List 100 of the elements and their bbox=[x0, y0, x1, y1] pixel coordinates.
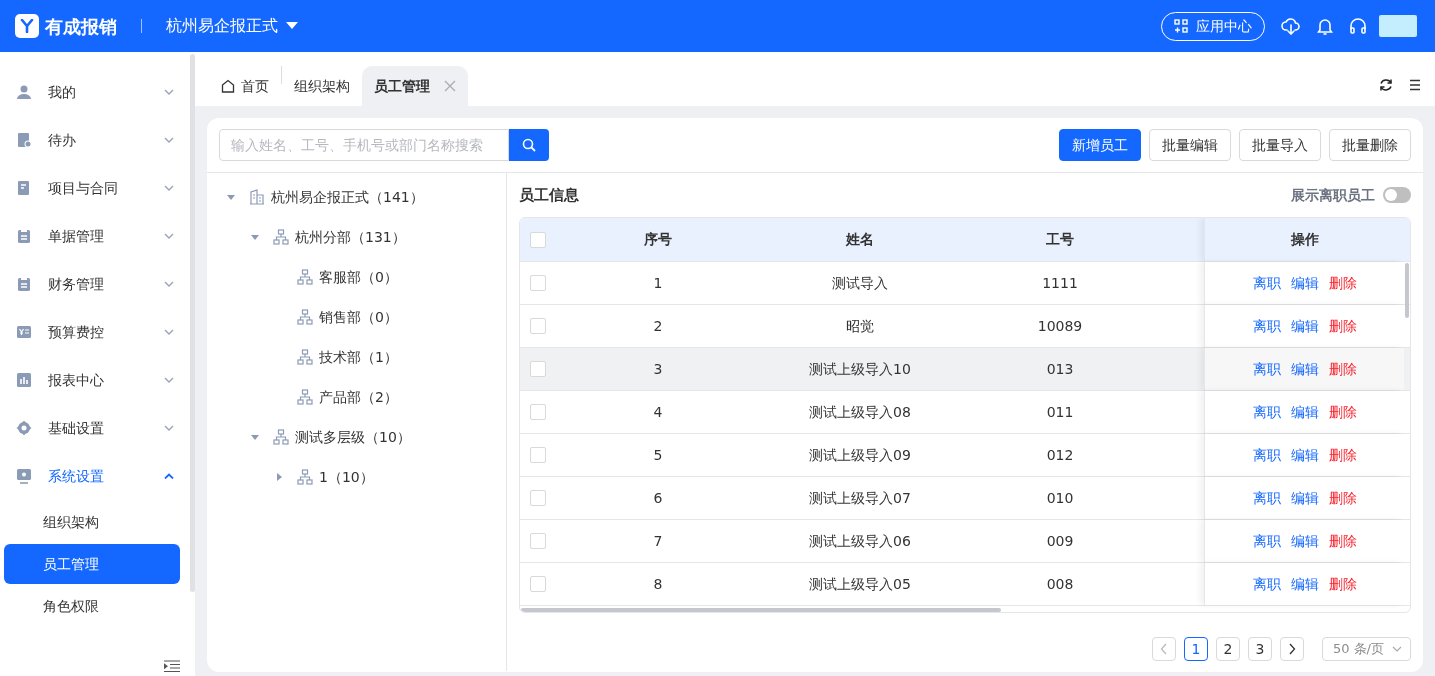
toolbar-button[interactable]: 批量编辑 bbox=[1149, 129, 1231, 161]
menu-icon[interactable] bbox=[1409, 79, 1421, 91]
table-cell-text: 4 bbox=[652, 402, 664, 422]
company-dropdown[interactable]: 杭州易企报正式 bbox=[166, 14, 298, 38]
action-link[interactable]: 删除 bbox=[1328, 487, 1357, 509]
action-link[interactable]: 删除 bbox=[1328, 401, 1357, 423]
action-link[interactable]: 编辑 bbox=[1290, 401, 1319, 423]
tab[interactable]: 首页 bbox=[209, 66, 281, 106]
action-link[interactable]: 编辑 bbox=[1290, 573, 1319, 595]
action-link[interactable]: 离职 bbox=[1252, 444, 1281, 466]
tab[interactable]: 组织架构 bbox=[282, 66, 362, 106]
search-icon bbox=[522, 138, 536, 152]
chevron-down-icon bbox=[164, 137, 174, 143]
headset-icon[interactable] bbox=[1349, 17, 1367, 35]
checkbox[interactable] bbox=[530, 576, 546, 592]
document-clock-icon bbox=[16, 132, 32, 148]
table-cell-text: 008 bbox=[1045, 574, 1075, 594]
page-button[interactable]: 2 bbox=[1215, 637, 1240, 661]
table-cell-text: 2 bbox=[652, 316, 664, 336]
sidebar-subitem[interactable]: 组织架构 bbox=[4, 502, 180, 542]
table-cell-text: 测试上级导入05 bbox=[808, 574, 912, 594]
sidebar-item[interactable]: 预算费控 bbox=[0, 308, 188, 356]
tree-node[interactable]: 杭州分部（131） bbox=[207, 217, 506, 257]
action-link[interactable]: 删除 bbox=[1328, 444, 1357, 466]
toolbar-button[interactable]: 批量删除 bbox=[1329, 129, 1411, 161]
tree-node[interactable]: 客服部（0） bbox=[207, 257, 506, 297]
page-button[interactable]: 1 bbox=[1183, 637, 1208, 661]
action-link[interactable]: 离职 bbox=[1252, 530, 1281, 552]
checkbox[interactable] bbox=[530, 447, 546, 463]
checkbox[interactable] bbox=[530, 318, 546, 334]
next-page-button[interactable] bbox=[1279, 637, 1304, 661]
sidebar-item[interactable]: 财务管理 bbox=[0, 260, 188, 308]
action-link[interactable]: 编辑 bbox=[1290, 315, 1319, 337]
tree-node[interactable]: 技术部（1） bbox=[207, 337, 506, 377]
search-button[interactable] bbox=[509, 129, 549, 161]
tab[interactable]: 员工管理 bbox=[362, 66, 468, 106]
toggle-label: 展示离职员工 bbox=[1291, 185, 1375, 205]
checkbox[interactable] bbox=[530, 533, 546, 549]
action-link[interactable]: 删除 bbox=[1328, 272, 1357, 294]
action-link[interactable]: 离职 bbox=[1252, 272, 1281, 294]
action-link[interactable]: 编辑 bbox=[1290, 444, 1319, 466]
sidebar-item[interactable]: 基础设置 bbox=[0, 404, 188, 452]
org-chart-icon bbox=[297, 469, 313, 485]
sidebar-subitem[interactable]: 角色权限 bbox=[4, 586, 180, 626]
action-link[interactable]: 删除 bbox=[1328, 530, 1357, 552]
action-link[interactable]: 删除 bbox=[1328, 358, 1357, 380]
sidebar-item[interactable]: 系统设置 bbox=[0, 452, 188, 500]
action-link[interactable]: 离职 bbox=[1252, 358, 1281, 380]
sidebar-subitem[interactable]: 员工管理 bbox=[4, 544, 180, 584]
toggle-switch[interactable] bbox=[1383, 187, 1411, 203]
checkbox[interactable] bbox=[530, 275, 546, 291]
bell-icon[interactable] bbox=[1317, 17, 1333, 35]
table-cell-text: 8 bbox=[652, 574, 664, 594]
refresh-icon[interactable] bbox=[1379, 78, 1393, 92]
action-link[interactable]: 离职 bbox=[1252, 401, 1281, 423]
caret-down-icon[interactable] bbox=[250, 232, 260, 242]
sidebar-item[interactable]: 单据管理 bbox=[0, 212, 188, 260]
sidebar-item[interactable]: 待办 bbox=[0, 116, 188, 164]
caret-down-icon[interactable] bbox=[226, 192, 236, 202]
action-link[interactable]: 编辑 bbox=[1290, 358, 1319, 380]
checkbox[interactable] bbox=[530, 490, 546, 506]
action-link[interactable]: 离职 bbox=[1252, 573, 1281, 595]
toolbar-button[interactable]: 新增员工 bbox=[1059, 129, 1141, 161]
checkbox[interactable] bbox=[530, 361, 546, 377]
checkbox[interactable] bbox=[530, 404, 546, 420]
toolbar-button[interactable]: 批量导入 bbox=[1239, 129, 1321, 161]
tree-node[interactable]: 销售部（0） bbox=[207, 297, 506, 337]
close-icon[interactable] bbox=[444, 80, 456, 92]
caret-right-icon[interactable] bbox=[274, 472, 284, 482]
action-link[interactable]: 编辑 bbox=[1290, 530, 1319, 552]
search-field[interactable]: 输入姓名、工号、手机号或部门名称搜索 bbox=[219, 129, 509, 161]
sidebar-item[interactable]: 我的 bbox=[0, 68, 188, 116]
collapse-menu-icon[interactable] bbox=[164, 660, 180, 672]
caret-icon bbox=[286, 22, 298, 30]
horizontal-scrollbar[interactable] bbox=[521, 608, 1001, 612]
org-chart-icon bbox=[297, 309, 313, 325]
vertical-scrollbar[interactable] bbox=[1405, 263, 1409, 318]
action-link[interactable]: 编辑 bbox=[1290, 272, 1319, 294]
caret-down-icon[interactable] bbox=[250, 432, 260, 442]
action-link[interactable]: 编辑 bbox=[1290, 487, 1319, 509]
chevron-down-icon bbox=[164, 89, 174, 95]
cloud-download-icon[interactable] bbox=[1281, 17, 1301, 35]
tree-node[interactable]: 杭州易企报正式（141） bbox=[207, 177, 506, 217]
action-link[interactable]: 删除 bbox=[1328, 315, 1357, 337]
sidebar-item[interactable]: 报表中心 bbox=[0, 356, 188, 404]
document-icon bbox=[16, 180, 32, 196]
table-cell-text: 009 bbox=[1045, 531, 1075, 551]
avatar[interactable] bbox=[1379, 15, 1417, 37]
tree-node[interactable]: 1（10） bbox=[207, 457, 506, 497]
table-cell-text: 昭觉 bbox=[845, 316, 875, 336]
sidebar-item[interactable]: 项目与合同 bbox=[0, 164, 188, 212]
tree-node[interactable]: 测试多层级（10） bbox=[207, 417, 506, 457]
page-size-select[interactable]: 50 条/页 bbox=[1321, 637, 1411, 661]
page-button[interactable]: 3 bbox=[1247, 637, 1272, 661]
tree-node[interactable]: 产品部（2） bbox=[207, 377, 506, 417]
action-link[interactable]: 离职 bbox=[1252, 487, 1281, 509]
action-link[interactable]: 删除 bbox=[1328, 573, 1357, 595]
table-cell-text: 测试导入 bbox=[831, 273, 889, 293]
action-link[interactable]: 离职 bbox=[1252, 315, 1281, 337]
checkbox[interactable] bbox=[530, 231, 546, 248]
